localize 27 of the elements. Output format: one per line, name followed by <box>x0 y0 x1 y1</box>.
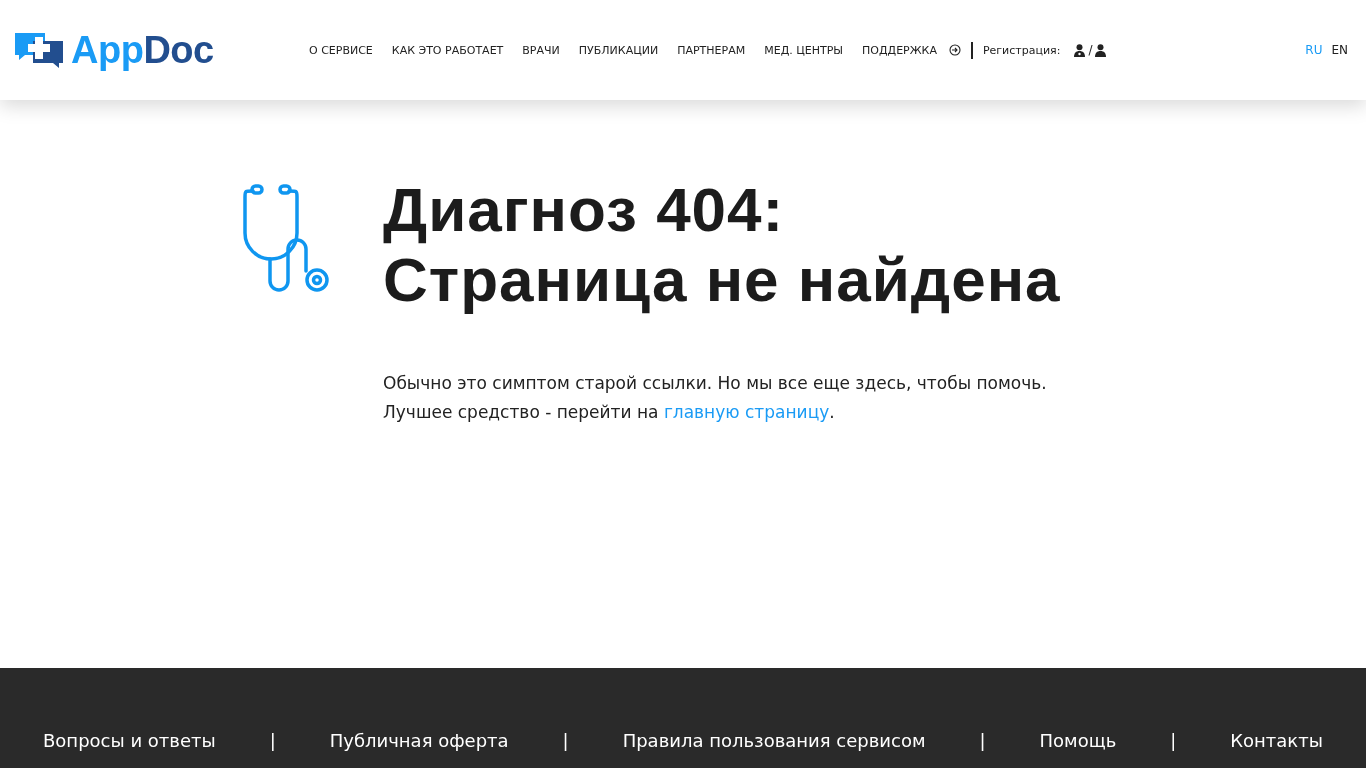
footer-link[interactable]: Контакты <box>1230 730 1323 751</box>
appdoc-logo[interactable]: AppDoc <box>15 28 221 72</box>
footer-link[interactable]: Публичная оферта <box>329 730 509 751</box>
logo-chat-plus-icon <box>15 31 65 69</box>
nav-link[interactable]: КАК ЭТО РАБОТАЕТ <box>391 43 504 57</box>
footer-separator: | <box>979 730 986 751</box>
nav-link[interactable]: О СЕРВИСЕ <box>309 43 373 57</box>
registration-label: Регистрация: <box>982 43 1061 57</box>
nav-link[interactable]: ПАРТНЕРАМ <box>677 43 746 57</box>
error-title: Диагноз 404: Страница не найдена <box>383 175 1061 315</box>
footer-separator: | <box>562 730 569 751</box>
footer-link[interactable]: Вопросы и ответы <box>43 730 216 751</box>
nav-link[interactable]: ПОДДЕРЖКА <box>862 43 937 57</box>
nav-link[interactable]: ВРАЧИ <box>522 43 560 57</box>
person-icon[interactable] <box>1095 43 1107 57</box>
footer-separator: | <box>1170 730 1177 751</box>
nav-link[interactable]: ПУБЛИКАЦИИ <box>578 43 659 57</box>
footer-separator: | <box>269 730 276 751</box>
nav-link[interactable]: МЕД. ЦЕНТРЫ <box>764 43 844 57</box>
slash-separator: / <box>1088 43 1093 57</box>
footer-link[interactable]: Помощь <box>1039 730 1117 751</box>
stethoscope-icon <box>243 183 331 293</box>
language-link[interactable]: EN <box>1331 43 1348 57</box>
footer-link[interactable]: Правила пользования сервисом <box>622 730 926 751</box>
login-icon[interactable] <box>948 44 961 56</box>
error-description: Обычно это симптом старой ссылки. Но мы все еще здесь, чтобы помочь. Лучшее средство - перейти на главную страницу. <box>383 372 1048 424</box>
doctor-icon[interactable] <box>1074 43 1086 57</box>
